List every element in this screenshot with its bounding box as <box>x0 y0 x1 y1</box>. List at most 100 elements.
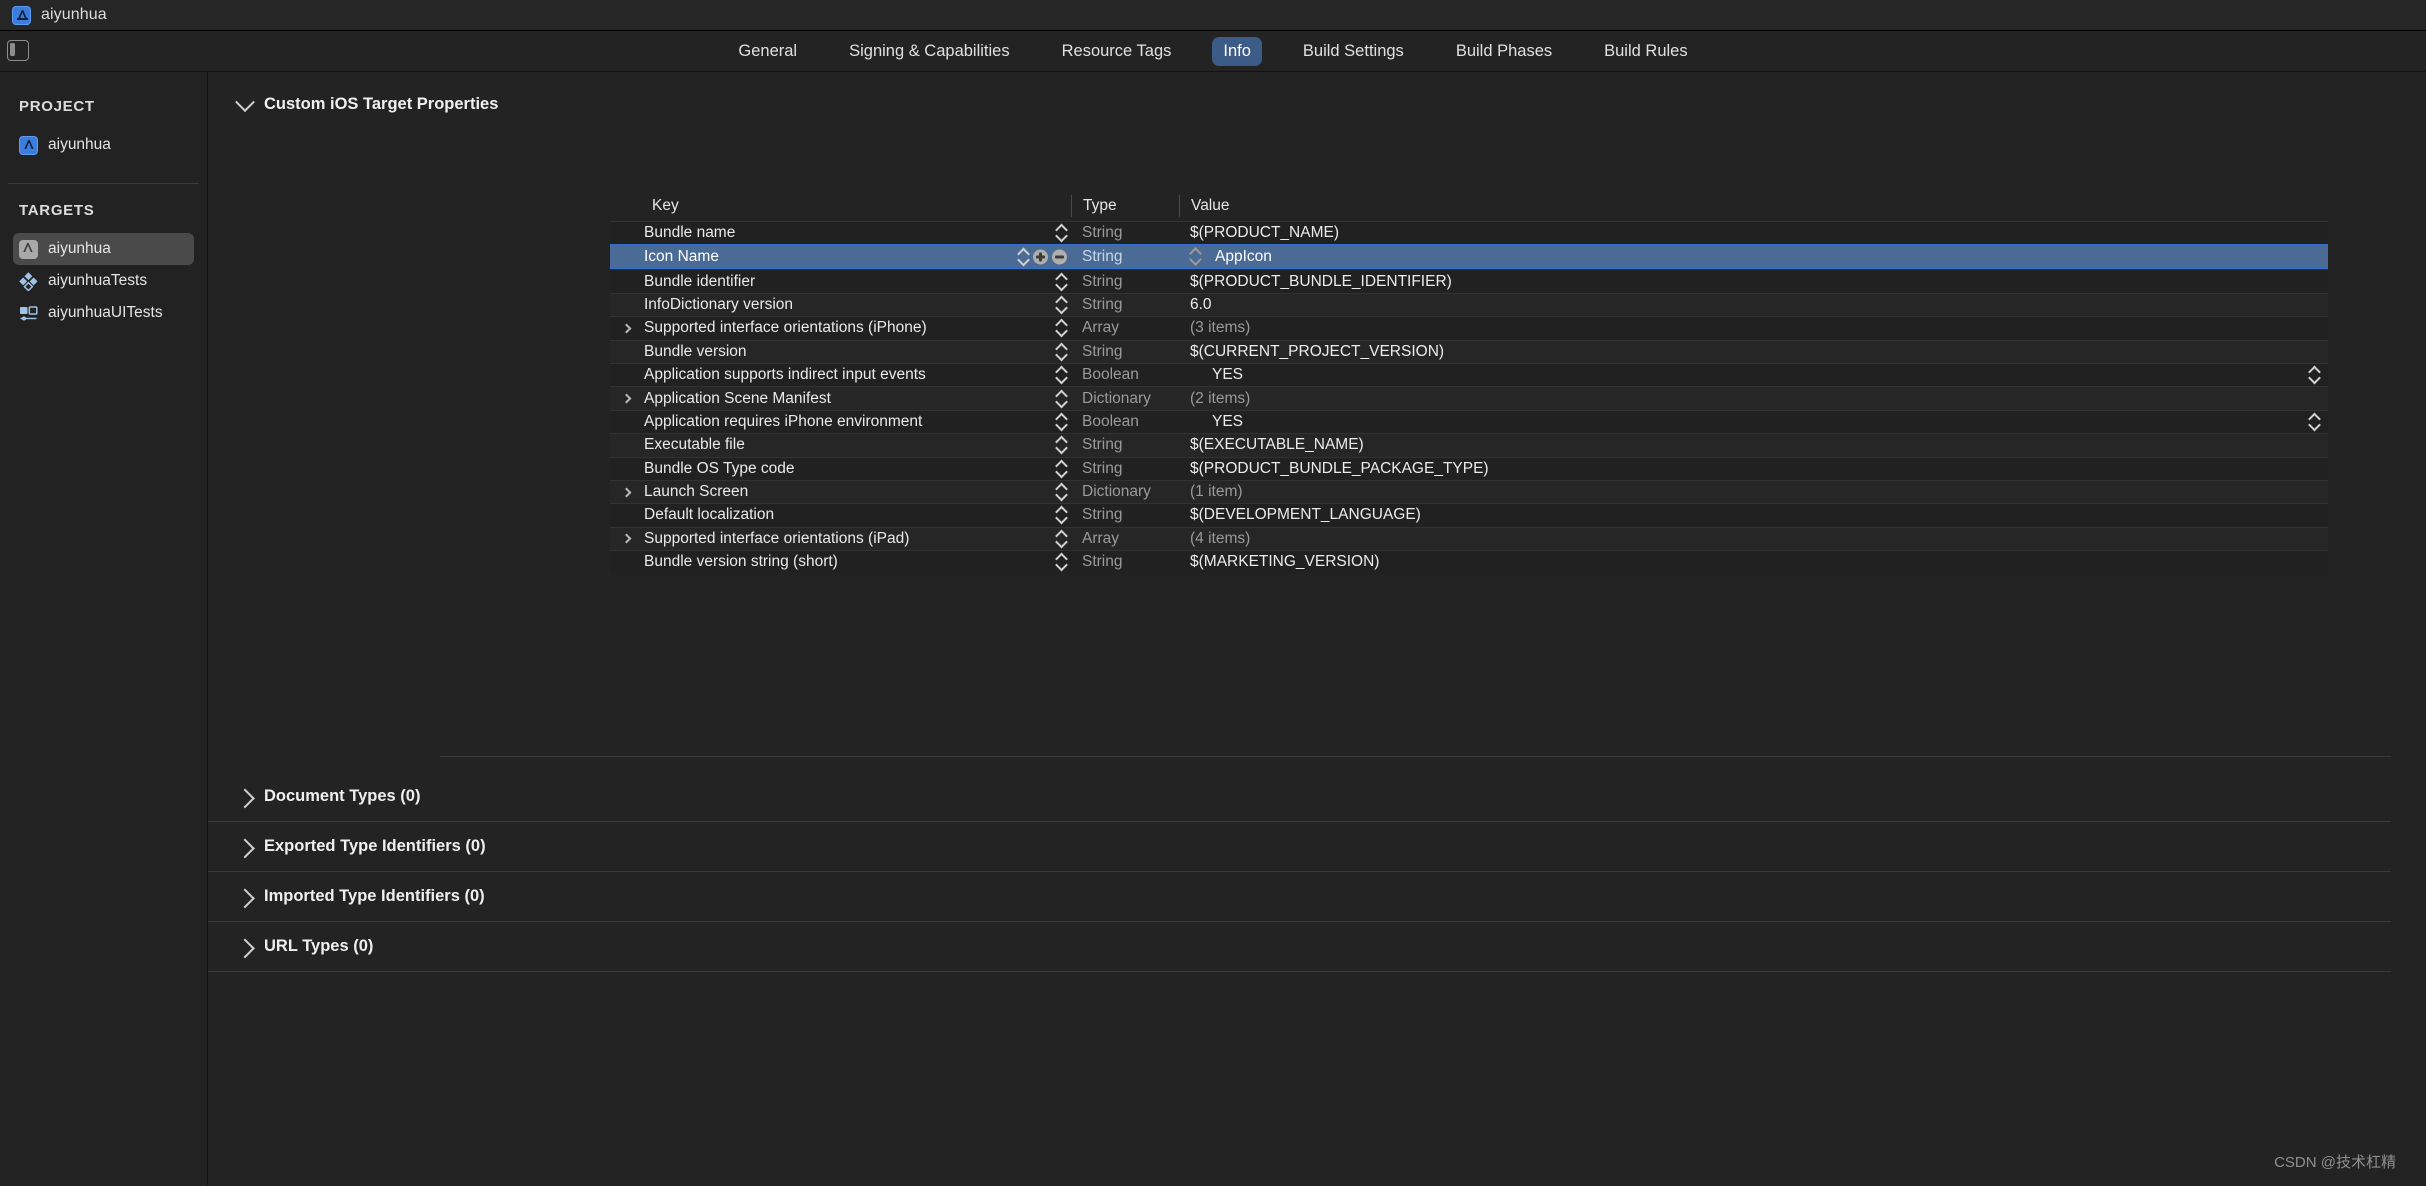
key-stepper-icon[interactable] <box>1056 553 1067 572</box>
custom-ios-target-properties-header[interactable]: Custom iOS Target Properties <box>208 72 2426 114</box>
row-value-cell[interactable]: $(PRODUCT_NAME) <box>1179 224 2328 242</box>
row-type-cell[interactable]: String <box>1071 248 1179 266</box>
row-value-cell[interactable]: YES <box>1179 366 2328 384</box>
tab-signing-capabilities[interactable]: Signing & Capabilities <box>838 37 1021 66</box>
key-stepper-icon[interactable] <box>1056 224 1067 243</box>
row-value-cell[interactable]: (4 items) <box>1179 530 2328 548</box>
row-key-cell[interactable]: Supported interface orientations (iPhone… <box>610 319 1071 337</box>
table-row[interactable]: Supported interface orientations (iPad) … <box>610 526 2328 551</box>
table-row[interactable]: Application Scene Manifest Dictionary (2… <box>610 386 2328 410</box>
table-row[interactable]: Default localization String $(DEVELOPMEN… <box>610 503 2328 527</box>
key-stepper-icon[interactable] <box>1056 342 1067 361</box>
key-stepper-icon[interactable] <box>1056 506 1067 525</box>
row-value-cell[interactable]: $(EXECUTABLE_NAME) <box>1179 436 2328 454</box>
row-type-cell[interactable]: Array <box>1071 319 1179 337</box>
table-row[interactable]: Supported interface orientations (iPhone… <box>610 316 2328 340</box>
sidebar-item-target-aiyunhuatests[interactable]: aiyunhuaTests <box>13 265 194 297</box>
boolean-stepper-icon[interactable] <box>2309 366 2320 385</box>
row-key-cell[interactable]: Supported interface orientations (iPad) <box>610 530 1071 548</box>
row-type-cell[interactable]: String <box>1071 460 1179 478</box>
key-stepper-icon[interactable] <box>1056 459 1067 478</box>
value-stepper-icon[interactable] <box>1190 247 1201 266</box>
table-row-selected[interactable]: Icon Name String AppIcon <box>610 244 2328 270</box>
table-row[interactable]: Executable file String $(EXECUTABLE_NAME… <box>610 433 2328 457</box>
disclosure-arrow-icon[interactable] <box>618 487 635 498</box>
sidebar-toggle-icon[interactable] <box>7 40 29 61</box>
section-imported-type-identifiers[interactable]: Imported Type Identifiers (0) <box>208 872 2391 922</box>
row-key-cell[interactable]: Bundle name <box>610 224 1071 242</box>
row-value-cell[interactable]: (2 items) <box>1179 390 2328 408</box>
section-document-types[interactable]: Document Types (0) <box>208 772 2391 822</box>
tab-resource-tags[interactable]: Resource Tags <box>1051 37 1183 66</box>
table-row[interactable]: Application supports indirect input even… <box>610 362 2328 387</box>
row-key-cell[interactable]: Bundle version string (short) <box>610 553 1071 571</box>
row-type-cell[interactable]: String <box>1071 296 1179 314</box>
row-type-cell[interactable]: Dictionary <box>1071 390 1179 408</box>
row-type-cell[interactable]: String <box>1071 273 1179 291</box>
disclosure-arrow-icon[interactable] <box>618 393 635 404</box>
tab-general[interactable]: General <box>727 37 808 66</box>
section-exported-type-identifiers[interactable]: Exported Type Identifiers (0) <box>208 822 2391 872</box>
sidebar-item-target-aiyunhua[interactable]: aiyunhua <box>13 233 194 265</box>
row-type-cell[interactable]: Boolean <box>1071 413 1179 431</box>
section-url-types[interactable]: URL Types (0) <box>208 922 2391 972</box>
table-row[interactable]: InfoDictionary version String 6.0 <box>610 292 2328 317</box>
row-type-cell[interactable]: Dictionary <box>1071 483 1179 501</box>
row-value-cell[interactable]: (1 item) <box>1179 483 2328 501</box>
row-type-cell[interactable]: String <box>1071 343 1179 361</box>
row-key-cell[interactable]: Bundle version <box>610 343 1071 361</box>
table-row[interactable]: Bundle identifier String $(PRODUCT_BUNDL… <box>610 269 2328 293</box>
row-value-cell[interactable]: AppIcon <box>1179 247 2328 266</box>
row-type-cell[interactable]: Array <box>1071 530 1179 548</box>
row-type-cell[interactable]: String <box>1071 553 1179 571</box>
row-value-cell[interactable]: $(MARKETING_VERSION) <box>1179 553 2328 571</box>
row-type-cell[interactable]: String <box>1071 224 1179 242</box>
key-stepper-icon[interactable] <box>1018 247 1029 266</box>
row-value-cell[interactable]: 6.0 <box>1179 296 2328 314</box>
key-stepper-icon[interactable] <box>1056 366 1067 385</box>
table-row[interactable]: Bundle name String $(PRODUCT_NAME) <box>610 221 2328 245</box>
row-value-cell[interactable]: $(DEVELOPMENT_LANGUAGE) <box>1179 506 2328 524</box>
table-row[interactable]: Bundle version String $(CURRENT_PROJECT_… <box>610 339 2328 363</box>
key-stepper-icon[interactable] <box>1056 319 1067 338</box>
row-value-cell[interactable]: YES <box>1179 413 2328 431</box>
row-key-cell[interactable]: InfoDictionary version <box>610 296 1071 314</box>
row-key-cell[interactable]: Bundle OS Type code <box>610 460 1071 478</box>
row-value-cell[interactable]: (3 items) <box>1179 319 2328 337</box>
row-value-cell[interactable]: $(PRODUCT_BUNDLE_PACKAGE_TYPE) <box>1179 460 2328 478</box>
row-key-cell[interactable]: Application Scene Manifest <box>610 390 1071 408</box>
sidebar-item-target-aiyunhuauitests[interactable]: aiyunhuaUITests <box>13 297 194 329</box>
row-key-cell[interactable]: Bundle identifier <box>610 273 1071 291</box>
table-row[interactable]: Application requires iPhone environment … <box>610 409 2328 434</box>
row-key-cell[interactable]: Executable file <box>610 436 1071 454</box>
table-row[interactable]: Bundle version string (short) String $(M… <box>610 550 2328 574</box>
key-stepper-icon[interactable] <box>1056 412 1067 431</box>
remove-row-icon[interactable] <box>1052 249 1067 265</box>
key-stepper-icon[interactable] <box>1056 529 1067 548</box>
table-row[interactable]: Launch Screen Dictionary (1 item) <box>610 479 2328 504</box>
row-key-cell[interactable]: Icon Name <box>610 248 1071 266</box>
disclosure-arrow-icon[interactable] <box>618 323 635 334</box>
key-stepper-icon[interactable] <box>1056 295 1067 314</box>
row-value-cell[interactable]: $(PRODUCT_BUNDLE_IDENTIFIER) <box>1179 273 2328 291</box>
table-row[interactable]: Bundle OS Type code String $(PRODUCT_BUN… <box>610 456 2328 480</box>
boolean-stepper-icon[interactable] <box>2309 412 2320 431</box>
row-type-cell[interactable]: String <box>1071 436 1179 454</box>
row-value-cell[interactable]: $(CURRENT_PROJECT_VERSION) <box>1179 343 2328 361</box>
key-stepper-icon[interactable] <box>1056 272 1067 291</box>
sidebar-item-project-aiyunhua[interactable]: aiyunhua <box>13 129 194 161</box>
tab-info[interactable]: Info <box>1212 36 1262 66</box>
key-stepper-icon[interactable] <box>1056 389 1067 408</box>
row-type-cell[interactable]: Boolean <box>1071 366 1179 384</box>
row-key-cell[interactable]: Default localization <box>610 506 1071 524</box>
tab-build-phases[interactable]: Build Phases <box>1445 37 1563 66</box>
row-key-cell[interactable]: Application requires iPhone environment <box>610 413 1071 431</box>
row-key-cell[interactable]: Application supports indirect input even… <box>610 366 1071 384</box>
tab-build-settings[interactable]: Build Settings <box>1292 37 1415 66</box>
key-stepper-icon[interactable] <box>1056 436 1067 455</box>
tab-build-rules[interactable]: Build Rules <box>1593 37 1698 66</box>
key-stepper-icon[interactable] <box>1056 483 1067 502</box>
row-type-cell[interactable]: String <box>1071 506 1179 524</box>
add-row-icon[interactable] <box>1033 249 1048 265</box>
row-key-cell[interactable]: Launch Screen <box>610 483 1071 501</box>
